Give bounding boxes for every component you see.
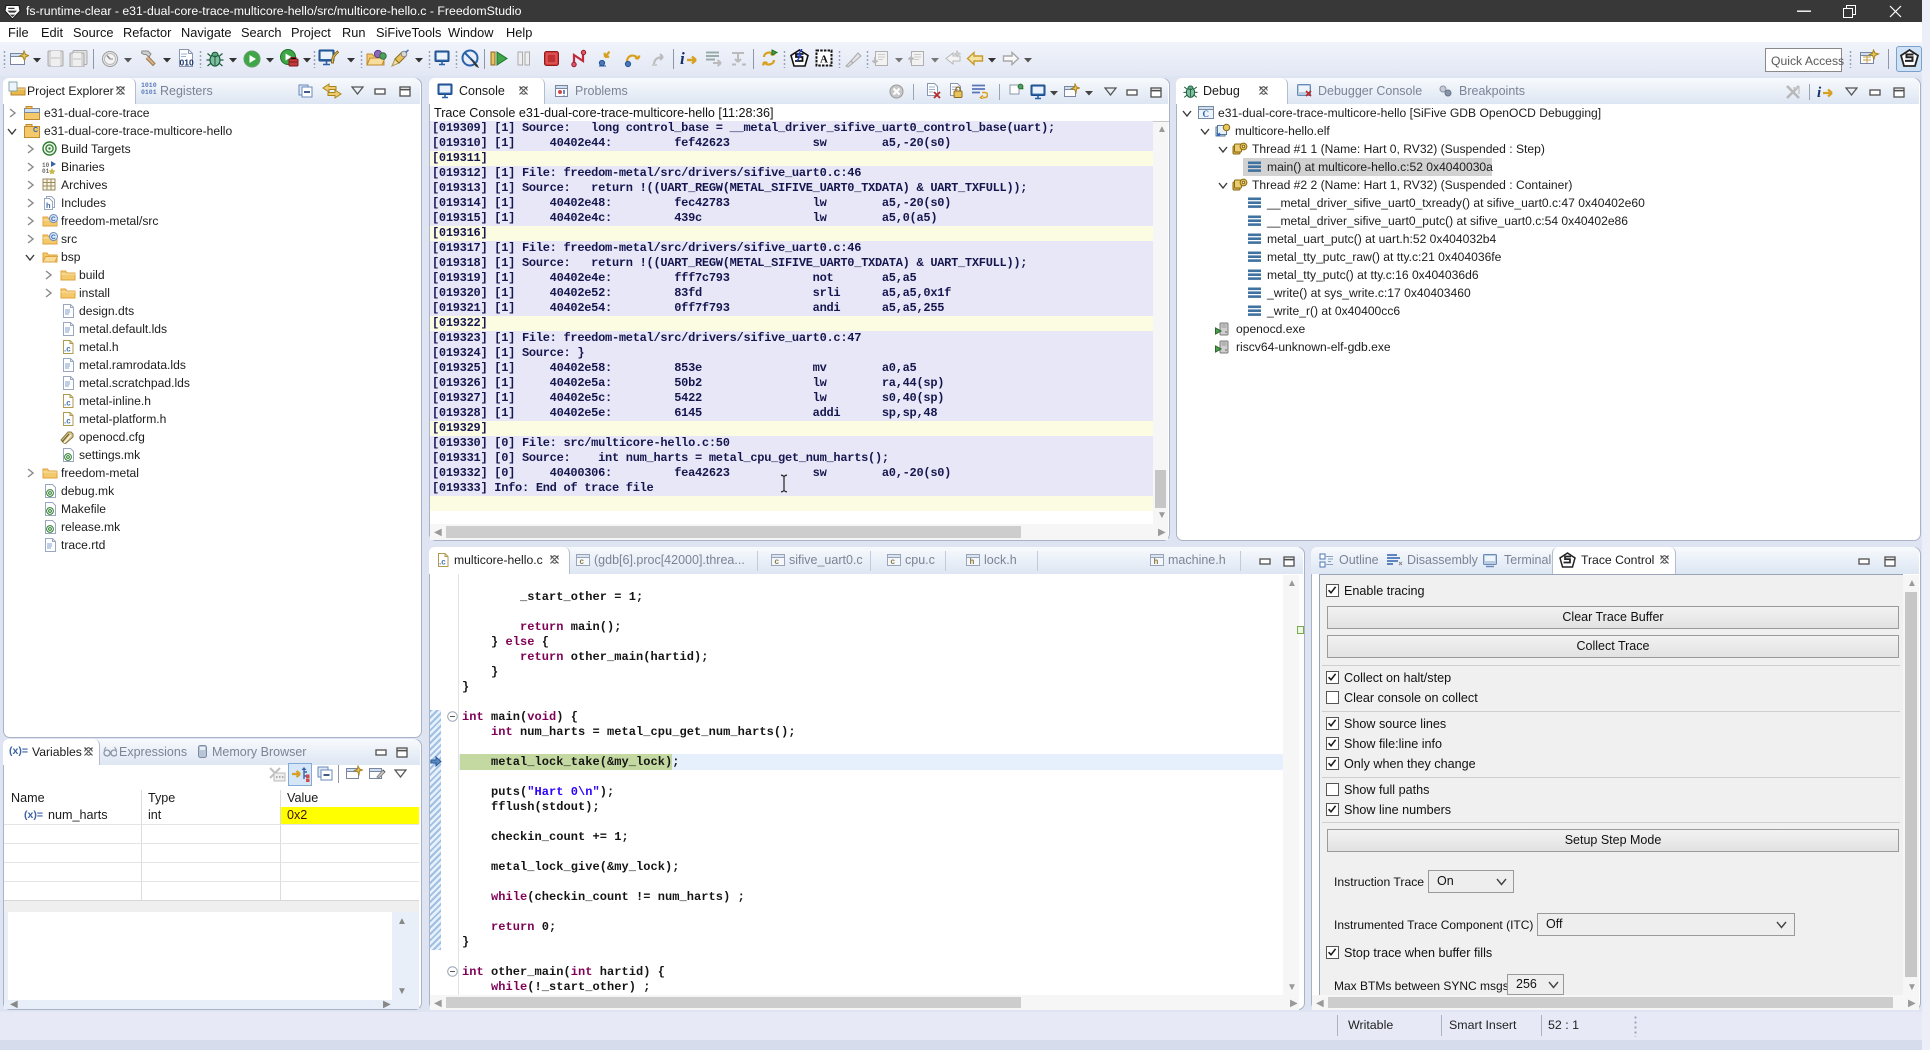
svg-text:c: c [775, 557, 780, 566]
svg-text:C: C [33, 127, 38, 134]
svg-text:c: c [891, 557, 896, 566]
svg-text:A: A [820, 54, 828, 66]
svg-text:010: 010 [180, 58, 194, 68]
svg-text:i: i [1817, 85, 1822, 100]
svg-text:C: C [51, 234, 56, 241]
svg-text:C: C [51, 216, 56, 223]
svg-text:01: 01 [42, 168, 50, 174]
svg-text:.c: .c [64, 345, 71, 354]
svg-text:h: h [1154, 557, 1159, 566]
svg-text:.c: .c [64, 417, 71, 426]
svg-text:h: h [46, 201, 51, 210]
svg-text:C: C [1203, 109, 1210, 119]
svg-text:h: h [970, 557, 975, 566]
svg-text:.c: .c [439, 558, 446, 567]
svg-text:c: c [580, 557, 585, 566]
svg-text:.c: .c [64, 399, 71, 408]
svg-text:i: i [680, 49, 685, 68]
